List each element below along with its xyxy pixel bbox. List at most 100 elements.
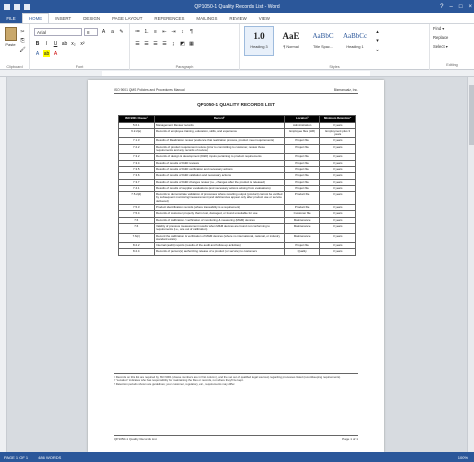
cell-clause: 7.2.2 [118,143,155,155]
close-button[interactable]: × [468,4,472,10]
cell-retention: 3 years [319,232,356,244]
font-name-select[interactable]: Arial [34,28,82,36]
justify-icon[interactable]: ☰ [161,40,168,47]
horizontal-ruler[interactable] [0,70,474,77]
cell-location: Employee files (HR) [283,127,321,139]
table-body: 5.6.1 Management Review records Administra… [118,121,356,256]
word-count[interactable]: 486 WORDS [38,455,61,460]
header-right: Bizmanualz, Inc. [333,88,358,92]
ribbon-tabs: FILE HOME INSERT DESIGN PAGE LAYOUT REFE… [0,13,474,24]
col-location: Location³ [283,115,321,123]
numbering-icon[interactable]: ⒈ [143,28,150,35]
bold-icon[interactable]: B [34,40,41,47]
style-normal[interactable]: AaE ¶ Normal [276,26,306,56]
multilevel-list-icon[interactable]: ≡ [152,28,159,35]
tab-file[interactable]: FILE [0,13,22,23]
records-table: ISO 9001 Clause¹ Record² Location³ Minim… [118,115,356,256]
style-title-spacing[interactable]: AaBbC Title Spac... [308,26,338,56]
cell-record: Records of person(s) authorizing release… [153,248,285,256]
cell-retention: 3 years [319,222,356,234]
align-right-icon[interactable]: ☰ [152,40,159,47]
underline-icon[interactable]: U [52,40,59,47]
cut-icon[interactable]: ✂ [19,28,26,35]
tab-review[interactable]: REVIEW [223,13,252,23]
word-window: QP1050-1 Quality Records List - Word ? –… [0,0,474,462]
copy-icon[interactable]: ⎘ [19,37,26,44]
tab-view[interactable]: VIEW [253,13,276,23]
styles-scroll-up-icon[interactable]: ▴ [374,28,381,35]
select-button[interactable]: Select ▾ [430,42,474,51]
cell-location: Product file [283,191,321,206]
cell-retention: 3 years [319,248,356,256]
increase-indent-icon[interactable]: ⇥ [170,28,177,35]
align-center-icon[interactable]: ☰ [143,40,150,47]
footer-right: Page 1 of 1 [342,437,358,441]
tab-design[interactable]: DESIGN [77,13,106,23]
style-heading-1[interactable]: AaBbCc Heading 1 [340,26,370,56]
col-record: Record² [153,115,285,123]
page-header: ISO 9001 QMS Policies and Procedures Man… [114,88,358,94]
shading-icon[interactable]: ◩ [179,40,186,47]
tab-page-layout[interactable]: PAGE LAYOUT [106,13,148,23]
cell-record: Records to demonstrate validation of pro… [153,191,285,206]
format-painter-icon[interactable]: 🖌 [19,46,26,53]
bullets-icon[interactable]: ≔ [134,28,141,35]
highlight-icon[interactable]: ab [43,50,50,57]
line-spacing-icon[interactable]: ↨ [170,40,177,47]
grow-font-icon[interactable]: A [100,28,107,35]
help-button[interactable]: ? [440,4,443,10]
borders-icon[interactable]: ▦ [188,40,195,47]
tab-insert[interactable]: INSERT [49,13,77,23]
strikethrough-icon[interactable]: ab [61,40,68,47]
replace-button[interactable]: Replace [430,33,474,42]
tab-references[interactable]: REFERENCES [148,13,190,23]
subscript-icon[interactable]: x₂ [70,40,77,47]
window-controls: ? – □ × [440,4,472,10]
document-title: QP1050-1 QUALITY RECORDS LIST [197,102,275,107]
cell-retention: Employment plus 3 years [319,127,356,139]
show-marks-icon[interactable]: ¶ [188,28,195,35]
font-size-select[interactable]: 8 [84,28,98,36]
page-count[interactable]: PAGE 1 OF 1 [4,455,28,460]
tab-mailings[interactable]: MAILINGS [190,13,223,23]
cell-record: Records of employee training, education,… [153,127,285,139]
vertical-ruler[interactable] [0,77,7,452]
decrease-indent-icon[interactable]: ⇤ [161,28,168,35]
ribbon: Paste ✂ ⎘ 🖌 Clipboard Arial 8 A a ✎ B I … [0,24,474,70]
maximize-button[interactable]: □ [459,4,463,10]
clipboard-icon [4,27,17,41]
font-group: Arial 8 A a ✎ B I U ab x₂ x² A ab A Font [30,24,130,70]
superscript-icon[interactable]: x² [79,40,86,47]
clipboard-group: Paste ✂ ⎘ 🖌 Clipboard [0,24,30,70]
document-page[interactable]: ISO 9001 QMS Policies and Procedures Man… [88,80,384,452]
align-left-icon[interactable]: ☰ [134,40,141,47]
cell-clause: 6.2.2(e) [118,127,155,139]
cell-clause: 7.6(c) [118,232,155,244]
shrink-font-icon[interactable]: a [109,28,116,35]
col-retention: Minimum Retention⁴ [319,115,356,123]
footer-left: QP1050-1 Quality Records List [114,437,157,441]
scrollbar-thumb[interactable] [469,85,474,145]
styles-scroll-down-icon[interactable]: ▾ [374,37,381,44]
minimize-button[interactable]: – [450,4,453,10]
style-heading-3[interactable]: 1.0 Heading 3 [244,26,274,56]
styles-more-icon[interactable]: ⌄ [374,46,381,53]
paste-button[interactable]: Paste [3,27,18,51]
vertical-scrollbar[interactable] [467,77,474,452]
font-color-icon[interactable]: A [52,50,59,57]
sort-icon[interactable]: ↕ [179,28,186,35]
cell-location: Maintenance [283,222,321,234]
cell-record: Record the calibration & verification of… [153,232,285,244]
cell-retention: 3 years [319,143,356,155]
styles-group: 1.0 Heading 3 AaE ¶ Normal AaBbC Title S… [240,24,430,70]
text-effects-icon[interactable]: A [34,50,41,57]
clear-format-icon[interactable]: ✎ [118,28,125,35]
find-button[interactable]: Find ▾ [430,24,474,33]
editing-group: Find ▾ Replace Select ▾ Editing [430,24,474,70]
zoom-level[interactable]: 100% [458,455,468,460]
tab-home[interactable]: HOME [22,13,50,23]
cell-retention: 3 years [319,191,356,206]
footnotes: ¹ Records on this list are required by I… [114,373,358,386]
col-clause: ISO 9001 Clause¹ [118,115,155,123]
italic-icon[interactable]: I [43,40,50,47]
